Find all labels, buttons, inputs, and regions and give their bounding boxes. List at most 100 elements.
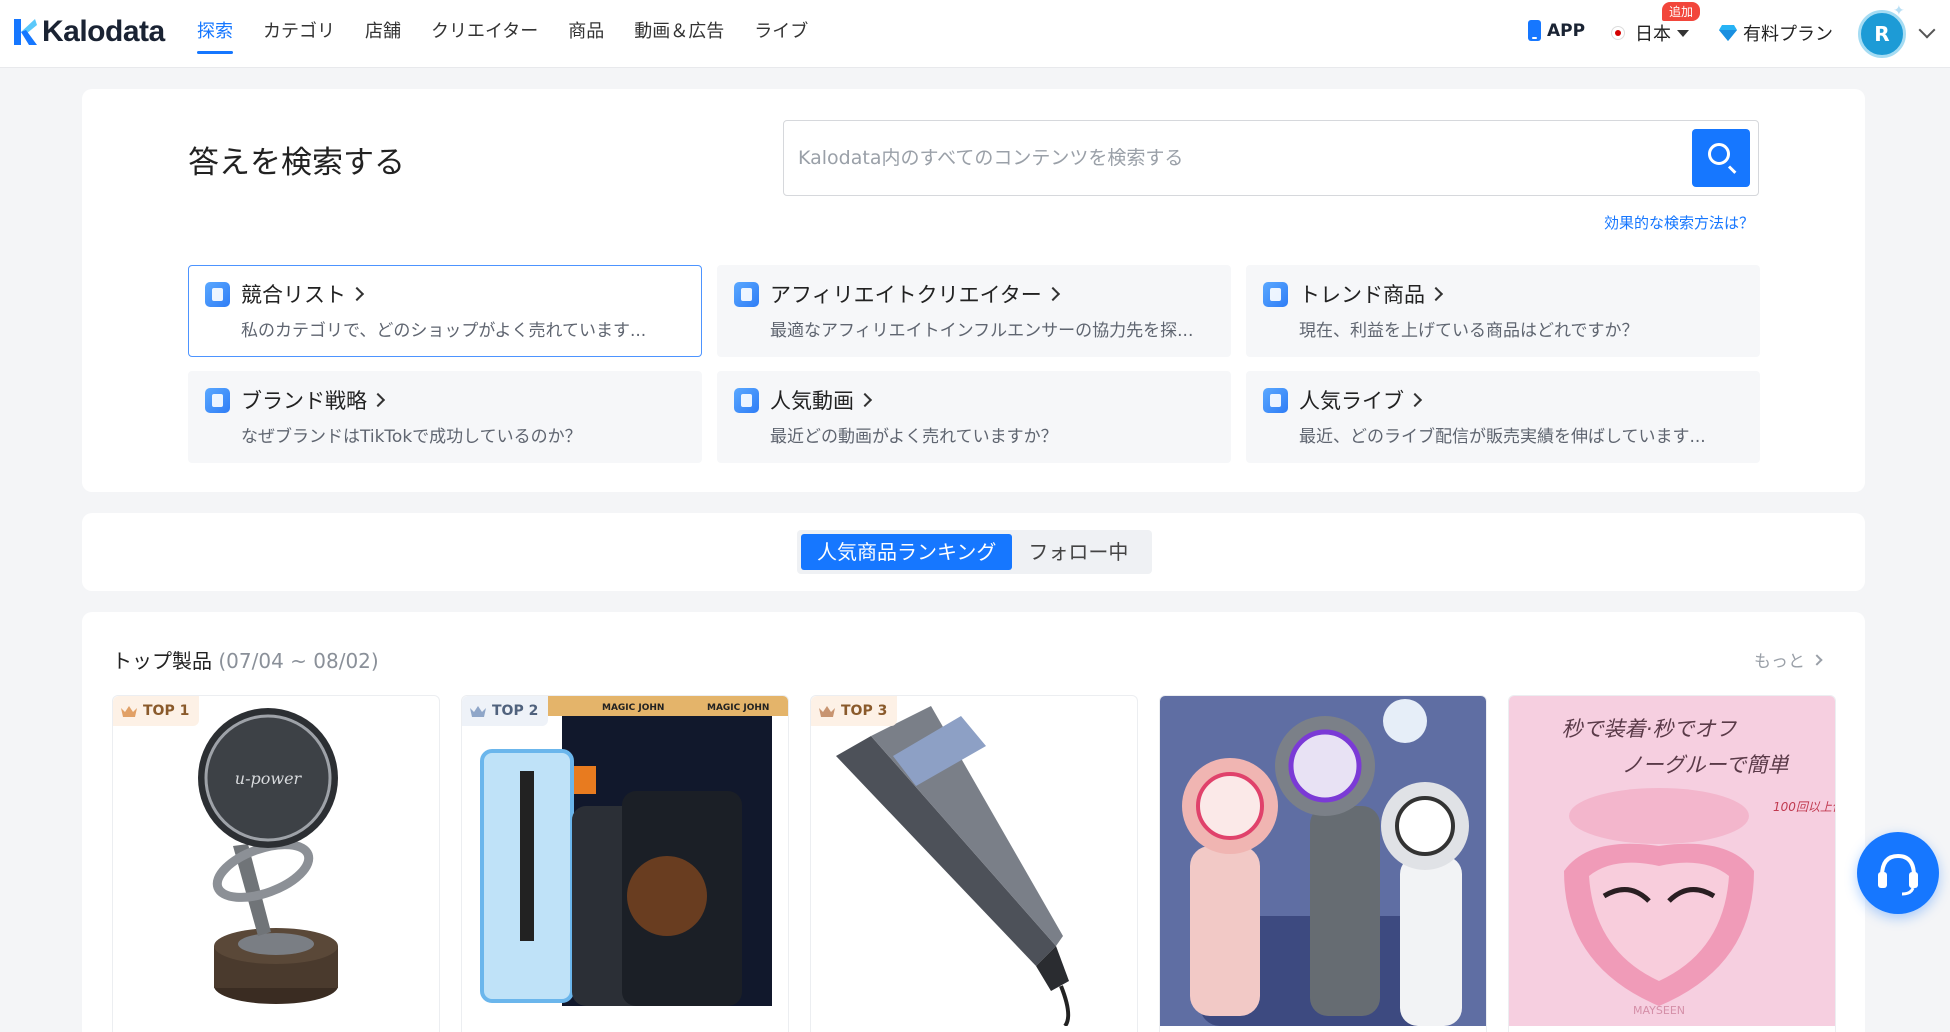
card-title-text: トレンド商品 (1299, 283, 1425, 307)
search-button[interactable] (1692, 129, 1750, 187)
avatar-initial: R (1874, 22, 1890, 46)
creator-icon (734, 282, 759, 307)
tag-icon (1263, 388, 1288, 413)
chevron-right-icon (349, 286, 365, 302)
card-popular-live[interactable]: 人気ライブ 最近、どのライブ配信が販売実績を伸ばしています... (1246, 371, 1760, 463)
chevron-right-icon (370, 392, 386, 408)
nav-live[interactable]: ライブ (739, 0, 823, 68)
search-icon (1708, 143, 1730, 165)
usage-badge: 100回以上使える (1773, 800, 1835, 814)
nav-video-ads[interactable]: 動画＆広告 (619, 0, 739, 68)
more-link[interactable]: もっと (1754, 647, 1823, 672)
magnetic-phone-stand-image: u-power (198, 708, 338, 1004)
product-caption-line1: 秒で装着·秒でオフ (1562, 717, 1738, 741)
kalodata-logo-icon (14, 19, 37, 45)
tab-following[interactable]: フォロー中 (1012, 534, 1144, 570)
nav-shops[interactable]: 店舗 (350, 0, 416, 68)
crown-icon (819, 705, 835, 717)
card-popular-videos[interactable]: 人気動画 最近どの動画がよく売れていますか？ (717, 371, 1231, 463)
card-description: 現在、利益を上げている商品はどれですか？ (1299, 321, 1639, 341)
card-trend-products[interactable]: トレンド商品 現在、利益を上げている商品はどれですか？ (1246, 265, 1760, 357)
japan-flag-icon (1611, 26, 1625, 40)
ranking-tabs-panel: 人気商品ランキング フォロー中 (82, 513, 1865, 591)
region-label: 日本 (1635, 24, 1671, 45)
rank-badge: TOP 2 (462, 696, 549, 726)
crown-icon (121, 705, 137, 717)
chevron-right-icon (1428, 286, 1444, 302)
top-products-panel: トップ製品 (07/04 ~ 08/02) もっと TOP 1 u-power … (82, 612, 1865, 1032)
tab-popular-ranking[interactable]: 人気商品ランキング (801, 534, 1013, 570)
search-help-link[interactable]: 効果的な検索方法は？ (1604, 212, 1754, 233)
rank-badge: TOP 3 (811, 696, 898, 726)
headset-icon (1878, 853, 1918, 896)
region-selector[interactable]: 日本 (1611, 20, 1689, 46)
top-navigation-bar: Kalodata 探索 カテゴリ 店舗 クリエイター 商品 動画＆広告 ライブ … (0, 0, 1950, 68)
card-title-text: 人気動画 (770, 389, 854, 413)
date-range: (07/04 ~ 08/02) (218, 649, 379, 673)
card-description: なぜブランドはTikTokで成功しているのか？ (241, 427, 582, 447)
rank-badge: TOP 1 (113, 696, 200, 726)
rank-label: TOP 3 (841, 703, 888, 719)
crown-icon (470, 705, 486, 717)
card-title: トレンド商品 (1299, 279, 1444, 309)
card-affiliate-creators[interactable]: アフィリエイトクリエイター 最適なアフィリエイトインフルエンサーの協力先を探..… (717, 265, 1231, 357)
search-box (783, 120, 1759, 196)
document-icon (205, 388, 230, 413)
card-title-text: ブランド戦略 (241, 389, 367, 413)
card-title: 競合リスト (241, 279, 365, 309)
product-logo-text: u-power (235, 769, 303, 788)
app-label: APP (1547, 20, 1586, 41)
search-input[interactable] (798, 139, 1678, 177)
rank-label: TOP 1 (143, 703, 190, 719)
account-menu-chevron-icon[interactable] (1918, 21, 1936, 39)
product-card[interactable]: TOP 2 MAGIC JOHN MAGIC JOHN (461, 695, 789, 1032)
app-download-link[interactable]: APP (1528, 20, 1585, 41)
card-description: 最適なアフィリエイトインフルエンサーの協力先を探... (770, 321, 1194, 341)
product-card[interactable]: TOP 3 (810, 695, 1138, 1032)
diamond-icon (1719, 25, 1737, 41)
card-title: ブランド戦略 (241, 385, 386, 415)
caret-down-icon (1677, 29, 1689, 37)
nav-explore[interactable]: 探索 (197, 0, 248, 68)
card-title-text: 人気ライブ (1299, 389, 1404, 413)
card-competitor-list[interactable]: 競合リスト 私のカテゴリで、どのショップがよく売れています... (188, 265, 702, 357)
product-caption-line2: ノーグルーで簡単 (1622, 753, 1791, 777)
false-eyelashes-image: 秒で装着·秒でオフ ノーグルーで簡単 100回以上使える MAYSEEN (1509, 696, 1835, 1026)
card-description: 私のカテゴリで、どのショップがよく売れています... (241, 321, 647, 341)
nav-products[interactable]: 商品 (553, 0, 619, 68)
phone-icon (1528, 20, 1541, 41)
card-title: アフィリエイトクリエイター (770, 279, 1060, 309)
portable-fans-image (1160, 696, 1486, 1026)
brand-text: MAGIC JOHN (707, 703, 769, 713)
card-title: 人気動画 (770, 385, 873, 415)
paid-plan-link[interactable]: 有料プラン (1718, 20, 1833, 46)
star-icon (734, 388, 759, 413)
customer-support-button[interactable] (1857, 832, 1939, 914)
nav-creators[interactable]: クリエイター (416, 0, 553, 68)
chevron-right-icon (1811, 653, 1823, 666)
hair-straightener-image (836, 706, 1071, 1026)
gift-icon (1263, 282, 1288, 307)
more-label: もっと (1754, 652, 1805, 672)
card-title-text: 競合リスト (241, 283, 346, 307)
chevron-right-icon (857, 392, 873, 408)
brand-text: MAGIC JOHN (602, 703, 664, 713)
card-title: 人気ライブ (1299, 385, 1423, 415)
ranking-segmented-control: 人気商品ランキング フォロー中 (797, 530, 1152, 574)
product-card[interactable] (1159, 695, 1487, 1032)
product-card[interactable]: TOP 1 u-power (112, 695, 440, 1032)
card-description: 最近どの動画がよく売れていますか？ (770, 427, 1058, 447)
sparkle-icon: ✦ (1893, 3, 1905, 19)
section-title-text: トップ製品 (112, 649, 212, 673)
glass-screen-protector-image: MAGIC JOHN MAGIC JOHN (480, 696, 788, 1006)
rank-label: TOP 2 (492, 703, 539, 719)
kalodata-logo[interactable]: Kalodata (12, 14, 165, 50)
main-nav: 探索 カテゴリ 店舗 クリエイター 商品 動画＆広告 ライブ (197, 0, 823, 68)
nav-category[interactable]: カテゴリ (248, 0, 350, 68)
card-description: 最近、どのライブ配信が販売実績を伸ばしています... (1299, 427, 1706, 447)
product-card[interactable]: 秒で装着·秒でオフ ノーグルーで簡単 100回以上使える MAYSEEN (1508, 695, 1836, 1032)
card-title-text: アフィリエイトクリエイター (770, 283, 1042, 307)
card-brand-strategy[interactable]: ブランド戦略 なぜブランドはTikTokで成功しているのか？ (188, 371, 702, 463)
chevron-right-icon (1045, 286, 1060, 302)
chevron-right-icon (1407, 392, 1423, 408)
